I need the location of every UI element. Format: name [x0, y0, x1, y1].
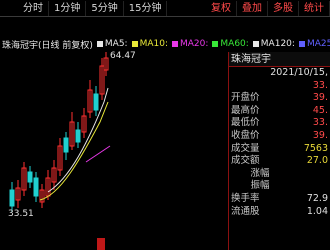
panel-row-price: 33.	[229, 80, 330, 93]
candle-body	[63, 137, 69, 153]
tab-1min[interactable]: 1分钟	[49, 0, 87, 16]
close-label: 收盘价	[231, 129, 260, 141]
tab-intraday[interactable]: 分时	[18, 0, 49, 16]
open-label: 开盘价	[231, 92, 260, 104]
low-label: 最低价	[231, 117, 260, 129]
legend-ma250: MA250:	[295, 39, 330, 49]
period-toolbar: 分时 1分钟 5分钟 15分钟 复权 叠加 多股 统计	[0, 0, 330, 17]
change-value	[289, 168, 330, 181]
low-price-label: 33.51	[8, 209, 34, 219]
change-label: 涨幅	[250, 167, 270, 179]
legend-ma60: MA60:	[208, 39, 249, 49]
turnover-value: 72.9	[306, 192, 328, 204]
amount-value: 27.0	[306, 155, 328, 167]
tab-15min[interactable]: 15分钟	[124, 0, 168, 16]
amplitude-value	[289, 180, 330, 193]
candle-body	[33, 177, 39, 197]
amplitude-label: 振幅	[250, 180, 270, 192]
panel-row-low: 最低价 33.	[229, 117, 330, 130]
float-shares-value: 1.04	[306, 205, 328, 217]
panel-row-date: 2021/10/15,	[229, 67, 330, 80]
panel-row-open: 开盘价 39.	[229, 92, 330, 105]
date-value: 2021/10/15,	[270, 67, 328, 78]
candle-body	[9, 189, 15, 207]
ma10-label: MA10:	[139, 39, 168, 49]
panel-row-amplitude: 振幅	[229, 180, 330, 193]
high-value: 45.	[312, 104, 328, 116]
legend-ma20: MA20:	[168, 39, 208, 49]
date-cursor-marker	[97, 238, 105, 250]
ma10-swatch	[131, 41, 138, 47]
ma20-line	[85, 145, 111, 163]
close-value: 39.	[312, 129, 328, 141]
panel-row-volume: 成交量 7563	[229, 143, 330, 156]
legend-ma10: MA10:	[128, 39, 168, 49]
candle-body	[75, 129, 81, 143]
high-label: 最高价	[231, 104, 260, 116]
open-value: 39.	[312, 92, 328, 104]
panel-row-change: 涨幅	[229, 168, 330, 181]
panel-row-amount: 成交额 27.0	[229, 155, 330, 168]
ma20-label: MA20:	[179, 39, 209, 49]
legend-ma120: MA120:	[249, 39, 295, 49]
candle-body	[27, 171, 33, 183]
ma20-swatch	[171, 41, 178, 47]
ma5-swatch	[96, 41, 103, 47]
float-shares-label: 流通股	[231, 205, 260, 217]
tab-overlay[interactable]: 叠加	[237, 0, 268, 16]
tab-5min[interactable]: 5分钟	[86, 0, 124, 16]
tab-statistics[interactable]: 统计	[299, 0, 330, 16]
ma5-label: MA5:	[104, 39, 128, 49]
tab-multi-stock[interactable]: 多股	[268, 0, 299, 16]
chart-title: 珠海冠宇(日线 前复权)	[2, 40, 93, 51]
high-price-label: 64.47	[110, 51, 136, 61]
panel-row-high: 最高价 45.	[229, 105, 330, 118]
panel-row-float-shares: 流通股 1.04	[229, 206, 330, 219]
panel-row-turnover: 换手率 72.9	[229, 193, 330, 206]
ma250-label: MA250:	[306, 39, 330, 49]
price-value: 33.	[312, 79, 328, 91]
ma120-swatch	[252, 41, 259, 47]
volume-value: 7563	[303, 142, 328, 154]
ma60-swatch	[212, 41, 219, 47]
amount-label: 成交额	[231, 155, 260, 167]
volume-label: 成交量	[231, 142, 260, 154]
quote-info-panel: 珠海冠宇 2021/10/15, 33. 开盘价 39. 最高价 45. 最低价…	[228, 52, 330, 250]
tab-adjust[interactable]: 复权	[206, 0, 237, 16]
candlestick-chart[interactable]	[0, 50, 228, 228]
legend-ma5: MA5:	[93, 39, 128, 49]
panel-row-close: 收盘价 39.	[229, 130, 330, 143]
turnover-label: 换手率	[231, 192, 260, 204]
panel-stock-name: 珠海冠宇	[229, 52, 330, 67]
ma250-swatch	[298, 41, 305, 47]
ma60-label: MA60:	[220, 39, 249, 49]
ma120-label: MA120:	[260, 39, 295, 49]
candle-body	[93, 93, 99, 111]
ma-legend: 珠海冠宇(日线 前复权) MA5: MA10: MA20: MA60: MA12…	[0, 38, 330, 51]
low-value: 33.	[312, 117, 328, 129]
